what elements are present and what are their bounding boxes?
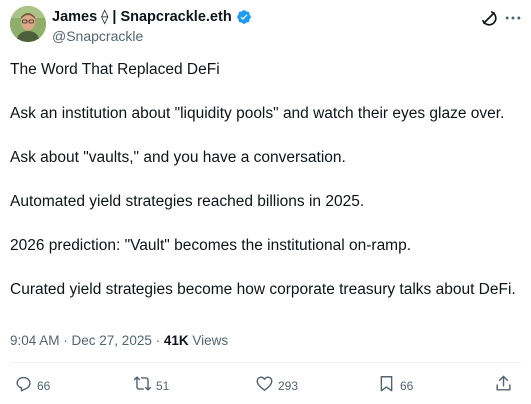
name-row: James ⟠ | Snapcrackle.eth (52, 8, 252, 26)
verified-badge-icon[interactable] (236, 9, 252, 25)
tweet-text: The Word That Replaced DeFi Ask an insti… (10, 60, 522, 324)
avatar[interactable] (10, 6, 46, 42)
heart-icon (255, 374, 274, 398)
author-block: James ⟠ | Snapcrackle.eth @Snapcrackle (52, 8, 252, 44)
tweet-paragraph: Ask an institution about "liquidity pool… (10, 105, 505, 122)
tweet-paragraph: Curated yield strategies become how corp… (10, 281, 516, 298)
like-count: 293 (278, 379, 299, 393)
views-label: Views (188, 333, 229, 348)
repost-button[interactable]: 51 (133, 376, 169, 396)
more-horizontal-icon[interactable] (503, 8, 523, 28)
share-button[interactable] (494, 374, 513, 398)
handle[interactable]: @Snapcrackle (52, 28, 252, 44)
repost-icon (133, 374, 152, 398)
tweet-meta: 9:04 AM · Dec 27, 2025 · 41K Views (10, 333, 228, 348)
repost-count: 51 (156, 379, 170, 393)
tweet-paragraph: Automated yield strategies reached billi… (10, 193, 365, 210)
meta-separator: · (151, 333, 164, 348)
meta-separator: · (59, 333, 72, 348)
tweet-paragraph: 2026 prediction: "Vault" becomes the ins… (10, 237, 412, 254)
tweet-time[interactable]: 9:04 AM (10, 333, 60, 348)
tweet: James ⟠ | Snapcrackle.eth @Snapcrackle T… (0, 0, 531, 404)
bookmark-icon (377, 374, 396, 398)
grok-icon[interactable] (479, 8, 499, 28)
views-count[interactable]: 41K (164, 333, 189, 348)
reply-count: 66 (37, 379, 51, 393)
bookmark-count: 66 (400, 379, 414, 393)
tweet-paragraph: Ask about "vaults," and you have a conve… (10, 149, 346, 166)
like-button[interactable]: 293 (255, 376, 298, 396)
tweet-date[interactable]: Dec 27, 2025 (72, 333, 152, 348)
reply-button[interactable]: 66 (14, 376, 50, 396)
tweet-title: The Word That Replaced DeFi (10, 61, 220, 78)
reply-icon (14, 374, 33, 398)
display-name[interactable]: James ⟠ | Snapcrackle.eth (52, 9, 232, 25)
divider (10, 362, 521, 363)
bookmark-button[interactable]: 66 (377, 376, 413, 396)
share-icon (494, 374, 513, 398)
